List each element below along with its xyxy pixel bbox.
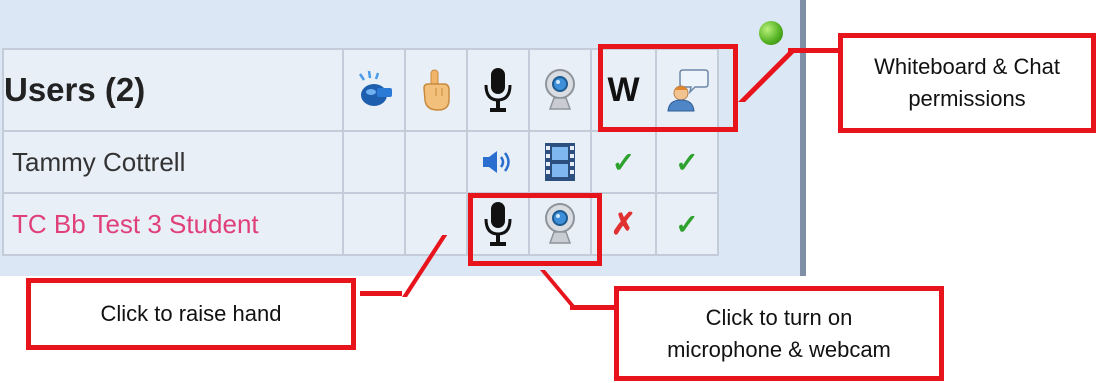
mic-webcam-connector [540, 270, 579, 310]
permissions-callout: Whiteboard & Chat permissions [838, 33, 1096, 133]
audio-cell [466, 130, 530, 194]
speaker-icon [483, 151, 510, 173]
permissions-highlight [598, 44, 738, 132]
raise-hand-cell [404, 130, 468, 194]
connection-status-icon [759, 21, 783, 45]
panel-splitter[interactable] [800, 0, 806, 276]
permissions-connector-h [788, 48, 838, 53]
table-row[interactable]: TC Bb Test 3 Student ✗ ✓ [2, 192, 719, 256]
permissions-callout-text: Whiteboard & Chat permissions [874, 54, 1060, 111]
user-name-cell: TC Bb Test 3 Student [2, 192, 344, 256]
whiteboard-denied-cross-icon[interactable]: ✗ [611, 208, 636, 241]
raise-hand-connector-h [360, 291, 402, 296]
table-row[interactable]: Tammy Cottrell ✓ ✓ [2, 130, 719, 194]
webcam-icon [545, 69, 575, 110]
chat-permission-cell[interactable]: ✓ [655, 192, 719, 256]
microphone-icon [484, 68, 512, 112]
chat-permission-cell[interactable]: ✓ [655, 130, 719, 194]
chat-allowed-check-icon[interactable]: ✓ [675, 147, 698, 178]
header-whistle [342, 48, 406, 132]
raise-hand-callout-text: Click to raise hand [100, 301, 282, 327]
raise-hand-callout: Click to raise hand [26, 278, 356, 350]
user-name-cell: Tammy Cottrell [2, 130, 344, 194]
raise-hand-icon [423, 69, 450, 111]
whiteboard-permission-cell[interactable]: ✓ [590, 130, 657, 194]
users-title: Users (2) [2, 48, 344, 132]
user-name[interactable]: TC Bb Test 3 Student [4, 209, 342, 240]
chat-allowed-check-icon[interactable]: ✓ [675, 209, 698, 240]
mic-webcam-highlight [468, 193, 602, 266]
whiteboard-allowed-check-icon[interactable]: ✓ [612, 147, 635, 178]
whistle-icon [358, 70, 392, 106]
video-cell [528, 130, 592, 194]
header-webcam [528, 48, 592, 132]
whistle-cell [342, 130, 406, 194]
mic-webcam-connector-h [570, 305, 616, 310]
mic-webcam-callout-text: Click to turn on microphone & webcam [667, 304, 891, 362]
film-icon [545, 143, 575, 181]
whistle-cell [342, 192, 406, 256]
header-raise-hand [404, 48, 468, 132]
mic-webcam-callout: Click to turn on microphone & webcam [614, 286, 944, 381]
user-name[interactable]: Tammy Cottrell [4, 147, 342, 178]
header-microphone [466, 48, 530, 132]
